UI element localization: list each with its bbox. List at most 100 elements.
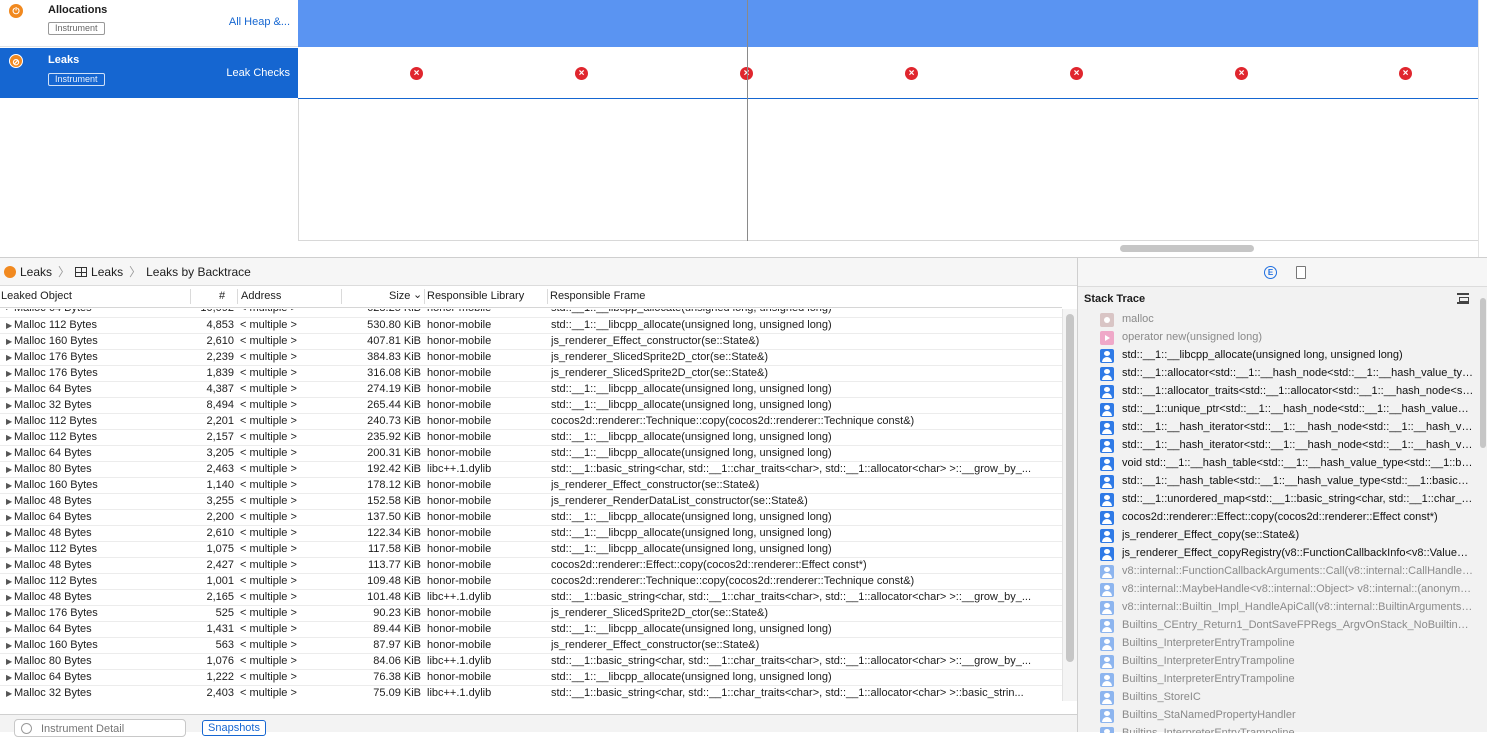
column-header-address[interactable]: Address [241,290,281,302]
table-row[interactable]: ▶ Malloc 48 Bytes 2,610 < multiple > 122.34 … [0,526,1062,542]
leak-marker-icon[interactable]: × [575,67,588,80]
table-row[interactable]: ▶ Malloc 64 Bytes 3,205 < multiple > 200.31 … [0,446,1062,462]
snapshots-button[interactable]: Snapshots [202,720,266,736]
stack-frame[interactable]: v8::internal::MaybeHandle<v8::internal::… [1100,581,1476,599]
stack-frame[interactable]: Builtins_InterpreterEntryTrampoline [1100,635,1476,653]
stack-frame[interactable]: std::__1::__hash_iterator<std::__1::__ha… [1100,419,1476,437]
timeline-horizontal-scrollbar[interactable] [1120,245,1254,252]
table-row[interactable]: ▶ Malloc 112 Bytes 2,157 < multiple > 235.92… [0,430,1062,446]
stack-frame[interactable]: std::__1::unordered_map<std::__1::basic_… [1100,491,1476,509]
disclosure-triangle-icon[interactable]: ▶ [6,337,14,346]
table-row[interactable]: ▶ Malloc 160 Bytes 1,140 < multiple > 178.12… [0,478,1062,494]
disclosure-triangle-icon[interactable]: ▶ [6,401,14,410]
disclosure-triangle-icon[interactable]: ▶ [6,561,14,570]
table-row[interactable]: ▶ Malloc 48 Bytes 2,427 < multiple > 113.77 … [0,558,1062,574]
disclosure-triangle-icon[interactable]: ▶ [6,625,14,634]
disclosure-triangle-icon[interactable]: ▶ [6,321,14,330]
column-header-leaked-object[interactable]: Leaked Object [1,290,72,302]
disclosure-triangle-icon[interactable]: ▶ [6,545,14,554]
table-row[interactable]: ▶ Malloc 48 Bytes 2,165 < multiple > 101.48 … [0,590,1062,606]
column-divider[interactable] [424,289,425,304]
disclosure-triangle-icon[interactable]: ▶ [6,433,14,442]
column-divider[interactable] [190,289,191,304]
instrument-detail-selector[interactable]: All Heap &... [229,16,290,28]
instrument-row-leaks[interactable]: ⊘ Leaks Instrument Leak Checks [0,48,298,98]
column-divider[interactable] [547,289,548,304]
stack-frame[interactable]: Builtins_InterpreterEntryTrampoline [1100,653,1476,671]
disclosure-triangle-icon[interactable]: ▶ [6,309,14,311]
table-row[interactable]: ▶ Malloc 112 Bytes 4,853 < multiple > 530.80… [0,318,1062,334]
table-row[interactable]: ▶ Malloc 32 Bytes 8,494 < multiple > 265.44 … [0,398,1062,414]
stack-frame[interactable]: std::__1::__hash_table<std::__1::__hash_… [1100,473,1476,491]
table-row[interactable]: ▶ Malloc 112 Bytes 2,201 < multiple > 240.73… [0,414,1062,430]
allocations-track[interactable] [298,0,1478,47]
table-row[interactable]: ▶ Malloc 48 Bytes 3,255 < multiple > 152.58 … [0,494,1062,510]
disclosure-triangle-icon[interactable]: ▶ [6,417,14,426]
column-header-size[interactable]: Size [389,290,410,302]
table-row[interactable]: ▶ Malloc 176 Bytes 2,239 < multiple > 384.83… [0,350,1062,366]
stack-frame[interactable]: void std::__1::__hash_table<std::__1::__… [1100,455,1476,473]
instrument-row-allocations[interactable]: ⏻ Allocations Instrument All Heap &... [0,0,298,47]
column-divider[interactable] [237,289,238,304]
disclosure-triangle-icon[interactable]: ▶ [6,529,14,538]
stack-frame[interactable]: std::__1::allocator_traits<std::__1::all… [1100,383,1476,401]
stack-frame[interactable]: Builtins_InterpreterEntryTrampoline [1100,671,1476,689]
table-row[interactable]: ▶ Malloc 64 Bytes 1,222 < multiple > 76.38 K… [0,670,1062,686]
table-row[interactable]: ▶ Malloc 112 Bytes 1,075 < multiple > 117.58… [0,542,1062,558]
stack-frame[interactable]: js_renderer_Effect_copyRegistry(v8::Func… [1100,545,1476,563]
stack-trace-options-icon[interactable] [1457,293,1469,304]
leaks-track[interactable]: × × × × × × × [298,48,1478,99]
leak-marker-icon[interactable]: × [1235,67,1248,80]
disclosure-triangle-icon[interactable]: ▶ [6,657,14,666]
leak-marker-icon[interactable]: × [1399,67,1412,80]
stack-frame[interactable]: std::__1::allocator<std::__1::__hash_nod… [1100,365,1476,383]
stack-frame[interactable]: cocos2d::renderer::Effect::copy(cocos2d:… [1100,509,1476,527]
column-divider[interactable] [341,289,342,304]
inspector-scrollbar[interactable] [1480,298,1486,448]
table-row[interactable]: ▶ Malloc 32 Bytes 2,403 < multiple > 75.09 K… [0,686,1062,701]
disclosure-triangle-icon[interactable]: ▶ [6,641,14,650]
instrument-detail-filter-input[interactable] [14,719,186,737]
table-row[interactable]: ▶ Malloc 80 Bytes 1,076 < multiple > 84.06 K… [0,654,1062,670]
disclosure-triangle-icon[interactable]: ▶ [6,385,14,394]
disclosure-triangle-icon[interactable]: ▶ [6,449,14,458]
column-header-frame[interactable]: Responsible Frame [550,290,645,302]
leak-marker-icon[interactable]: × [1070,67,1083,80]
table-row[interactable]: ▶Malloc 64 Bytes 10,092 < multiple > 628.25… [0,309,1062,318]
disclosure-triangle-icon[interactable]: ▶ [6,609,14,618]
disclosure-triangle-icon[interactable]: ▶ [6,593,14,602]
table-row[interactable]: ▶ Malloc 64 Bytes 4,387 < multiple > 274.19 … [0,382,1062,398]
breadcrumb-view[interactable]: Leaks [91,265,123,279]
stack-frame[interactable]: operator new(unsigned long) [1100,329,1476,347]
stack-frame[interactable]: v8::internal::FunctionCallbackArguments:… [1100,563,1476,581]
leak-marker-icon[interactable]: × [410,67,423,80]
table-row[interactable]: ▶ Malloc 64 Bytes 2,200 < multiple > 137.50 … [0,510,1062,526]
column-header-library[interactable]: Responsible Library [427,290,524,302]
disclosure-triangle-icon[interactable]: ▶ [6,353,14,362]
document-tab-icon[interactable] [1296,266,1306,279]
table-row[interactable]: ▶ Malloc 64 Bytes 1,431 < multiple > 89.44 K… [0,622,1062,638]
stack-frame[interactable]: std::__1::unique_ptr<std::__1::__hash_no… [1100,401,1476,419]
disclosure-triangle-icon[interactable]: ▶ [6,577,14,586]
table-row[interactable]: ▶ Malloc 80 Bytes 2,463 < multiple > 192.42 … [0,462,1062,478]
table-row[interactable]: ▶ Malloc 112 Bytes 1,001 < multiple > 109.48… [0,574,1062,590]
table-row[interactable]: ▶ Malloc 176 Bytes 1,839 < multiple > 316.08… [0,366,1062,382]
breadcrumb-root[interactable]: Leaks [20,265,52,279]
stack-frame[interactable]: std::__1::__libcpp_allocate(unsigned lon… [1100,347,1476,365]
disclosure-triangle-icon[interactable]: ▶ [6,481,14,490]
disclosure-triangle-icon[interactable]: ▶ [6,673,14,682]
breadcrumb-mode[interactable]: Leaks by Backtrace [146,265,251,279]
stack-frame[interactable]: Builtins_CEntry_Return1_DontSaveFPRegs_A… [1100,617,1476,635]
disclosure-triangle-icon[interactable]: ▶ [6,513,14,522]
stack-frame[interactable]: malloc [1100,311,1476,329]
playhead[interactable] [747,0,748,241]
scrollbar-thumb[interactable] [1066,314,1074,662]
instrument-detail-selector[interactable]: Leak Checks [226,67,290,79]
table-row[interactable]: ▶ Malloc 160 Bytes 2,610 < multiple > 407.81… [0,334,1062,350]
disclosure-triangle-icon[interactable]: ▶ [6,689,14,698]
stack-frame[interactable]: Builtins_StaNamedPropertyHandler [1100,707,1476,725]
stack-frame[interactable]: v8::internal::Builtin_Impl_HandleApiCall… [1100,599,1476,617]
table-vertical-scrollbar[interactable] [1062,309,1077,701]
stack-frame[interactable]: std::__1::__hash_iterator<std::__1::__ha… [1100,437,1476,455]
table-row[interactable]: ▶ Malloc 160 Bytes 563 < multiple > 87.97 Ki… [0,638,1062,654]
